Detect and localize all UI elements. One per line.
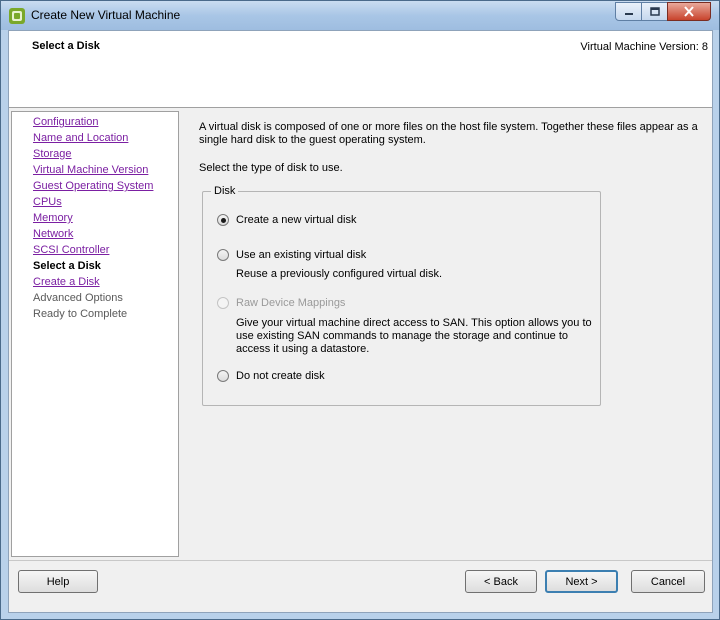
close-button[interactable] bbox=[667, 2, 711, 21]
nav-step-configuration[interactable]: Configuration bbox=[33, 116, 98, 129]
create-new-disk-radio[interactable] bbox=[217, 214, 229, 226]
nav-step-network[interactable]: Network bbox=[33, 228, 73, 241]
disk-groupbox: Disk Create a new virtual disk Use an ex… bbox=[202, 185, 601, 406]
vm-version-label: Virtual Machine Version: 8 bbox=[580, 41, 708, 53]
nav-step-cpus[interactable]: CPUs bbox=[33, 196, 62, 209]
nav-step-name-and-location[interactable]: Name and Location bbox=[33, 132, 128, 145]
minimize-icon bbox=[624, 12, 633, 15]
wizard-client-area: Select a Disk Virtual Machine Version: 8… bbox=[8, 30, 713, 613]
cancel-button[interactable]: Cancel bbox=[631, 570, 705, 593]
do-not-create-disk-radio[interactable] bbox=[217, 370, 229, 382]
nav-step-select-a-disk: Select a Disk bbox=[33, 260, 101, 272]
option-raw-device-mappings: Raw Device Mappings bbox=[217, 297, 345, 309]
radio-selected-dot bbox=[220, 217, 226, 223]
page-title: Select a Disk bbox=[32, 40, 100, 52]
do-not-create-disk-label[interactable]: Do not create disk bbox=[236, 370, 325, 382]
vmware-vsphere-icon bbox=[9, 8, 25, 24]
help-button[interactable]: Help bbox=[18, 570, 98, 593]
nav-step-memory[interactable]: Memory bbox=[33, 212, 73, 225]
intro-text: A virtual disk is composed of one or mor… bbox=[199, 121, 698, 146]
wizard-steps-nav: Configuration Name and Location Storage … bbox=[11, 111, 179, 557]
window-title: Create New Virtual Machine bbox=[31, 8, 181, 22]
close-icon bbox=[684, 6, 694, 17]
nav-step-create-a-disk[interactable]: Create a Disk bbox=[33, 276, 100, 289]
nav-step-storage[interactable]: Storage bbox=[33, 148, 72, 161]
nav-step-guest-os[interactable]: Guest Operating System bbox=[33, 180, 153, 193]
nav-step-advanced-options: Advanced Options bbox=[33, 292, 123, 304]
maximize-button[interactable] bbox=[641, 2, 668, 21]
wizard-header: Select a Disk Virtual Machine Version: 8 bbox=[9, 31, 712, 108]
use-existing-disk-label[interactable]: Use an existing virtual disk bbox=[236, 249, 366, 261]
prompt-text: Select the type of disk to use. bbox=[199, 162, 343, 174]
nav-step-scsi-controller[interactable]: SCSI Controller bbox=[33, 244, 109, 257]
nav-step-ready-to-complete: Ready to Complete bbox=[33, 308, 128, 320]
minimize-button[interactable] bbox=[615, 2, 642, 21]
wizard-content: A virtual disk is composed of one or mor… bbox=[199, 121, 704, 406]
raw-device-mappings-description: Give your virtual machine direct access … bbox=[236, 317, 592, 355]
maximize-icon bbox=[649, 6, 660, 16]
wizard-window: Create New Virtual Machine Select a Disk… bbox=[0, 0, 720, 620]
next-button[interactable]: Next > bbox=[545, 570, 618, 593]
footer-divider bbox=[9, 560, 712, 561]
nav-step-vm-version[interactable]: Virtual Machine Version bbox=[33, 164, 148, 177]
create-new-disk-label[interactable]: Create a new virtual disk bbox=[236, 214, 356, 226]
option-create-new-disk[interactable]: Create a new virtual disk bbox=[217, 214, 356, 226]
disk-group-label: Disk bbox=[211, 185, 239, 197]
raw-device-mappings-radio bbox=[217, 297, 229, 309]
use-existing-disk-description: Reuse a previously configured virtual di… bbox=[236, 268, 443, 280]
raw-device-mappings-label: Raw Device Mappings bbox=[236, 297, 346, 309]
title-bar[interactable]: Create New Virtual Machine bbox=[1, 1, 719, 30]
back-button[interactable]: < Back bbox=[465, 570, 537, 593]
window-controls bbox=[615, 2, 711, 22]
option-do-not-create-disk[interactable]: Do not create disk bbox=[217, 370, 325, 382]
option-use-existing-disk[interactable]: Use an existing virtual disk bbox=[217, 249, 366, 261]
use-existing-disk-radio[interactable] bbox=[217, 249, 229, 261]
